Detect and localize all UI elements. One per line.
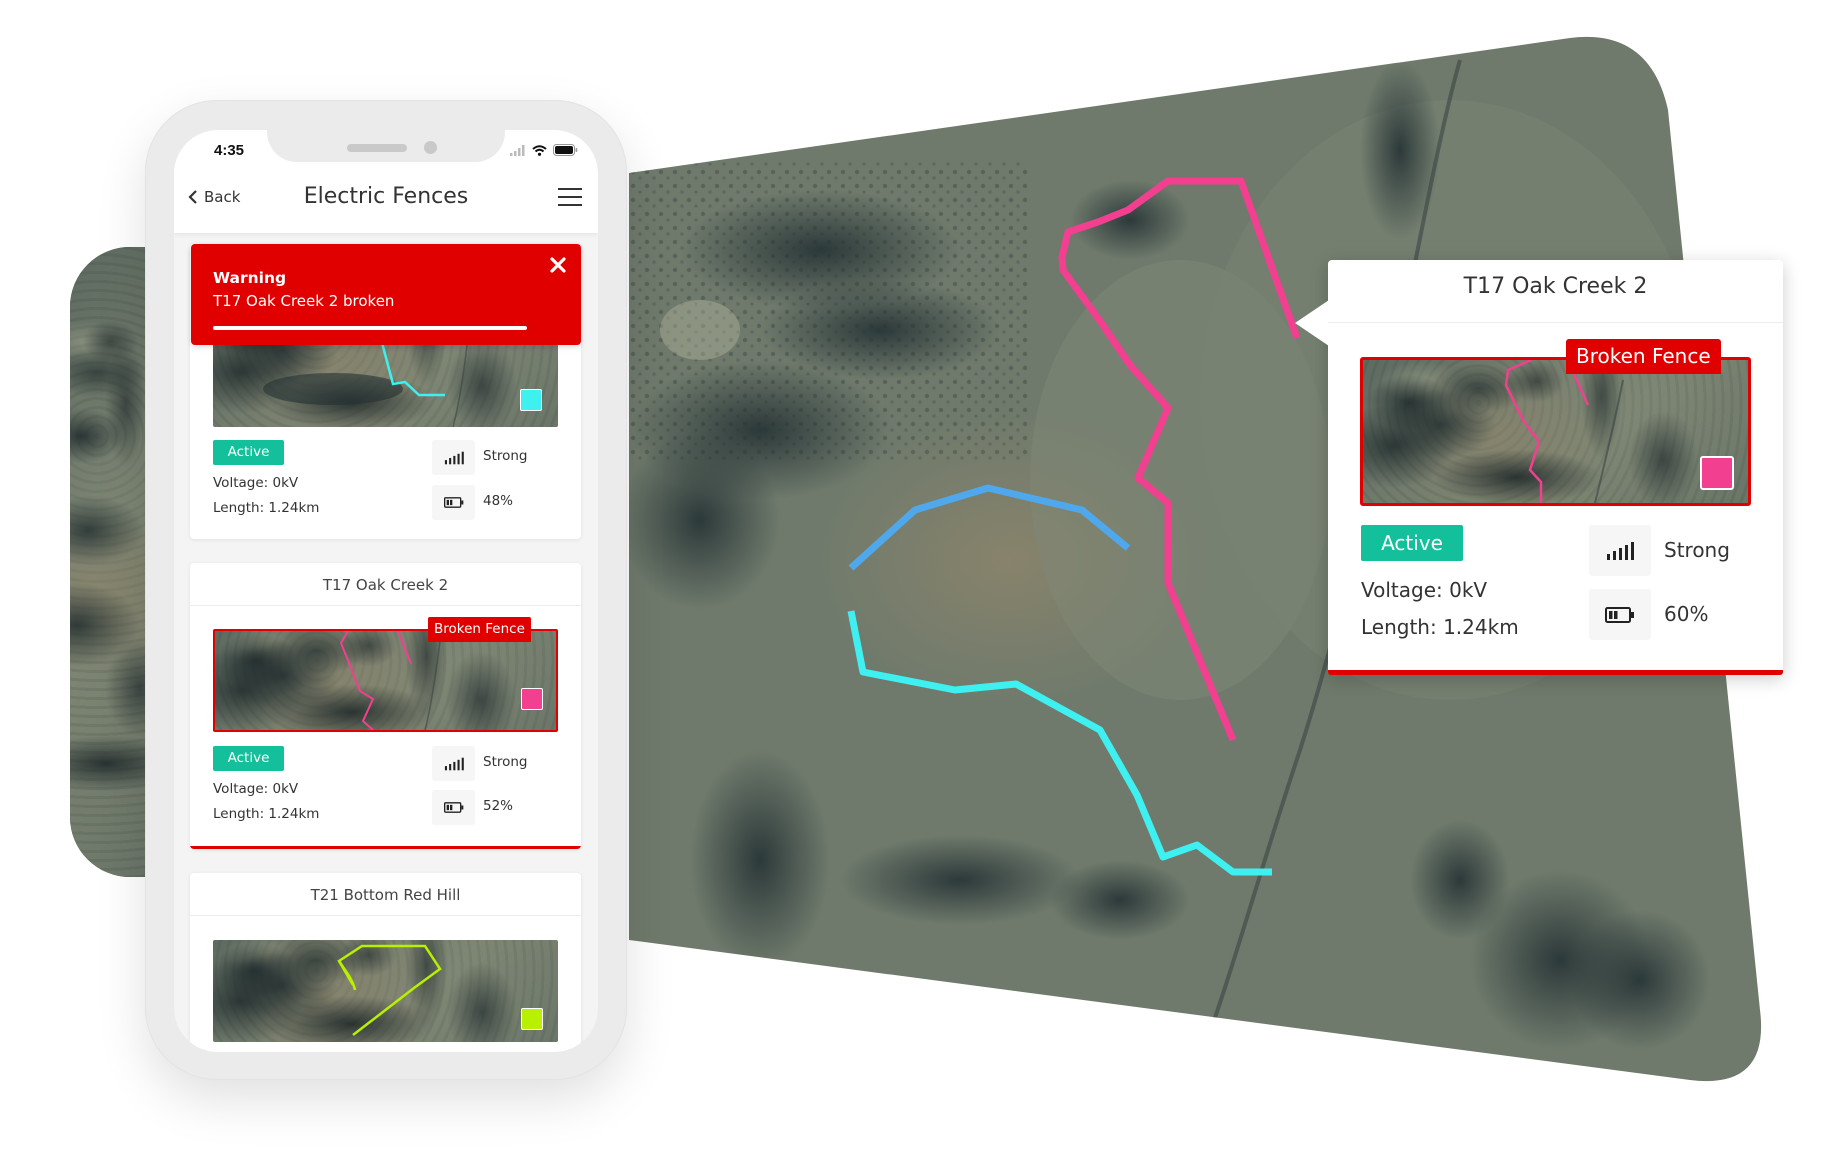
- status-icons: [510, 144, 578, 156]
- status-badge: Active: [1361, 525, 1463, 561]
- warning-title: Warning: [213, 269, 287, 287]
- thumbnail-canvas: [1504, 360, 1624, 503]
- voltage-label: Voltage: 0kV: [213, 475, 299, 491]
- alert-border: [190, 846, 581, 849]
- broken-fence-badge: Broken Fence: [428, 617, 531, 642]
- battery-icon: [443, 497, 463, 508]
- battery-icon: [553, 144, 578, 156]
- voltage-label: Voltage: 0kV: [1361, 578, 1488, 602]
- fence-card-title: T21 Bottom Red Hill: [190, 873, 581, 916]
- fence-thumbnail-map[interactable]: [1360, 357, 1751, 506]
- battery-icon: [1605, 606, 1634, 623]
- fence-thumbnail-map[interactable]: [213, 629, 558, 732]
- popup-title: T17 Oak Creek 2: [1463, 274, 1648, 299]
- fence-card[interactable]: T21 Bottom Red Hill: [190, 873, 581, 1052]
- fence-line: [1571, 371, 1590, 406]
- status-badge: Active: [213, 746, 284, 771]
- cellular-signal-icon: [510, 144, 525, 156]
- fence-thumbnail-map[interactable]: [213, 940, 558, 1042]
- fence-line: [337, 944, 442, 1036]
- warning-toast[interactable]: Warning T17 Oak Creek 2 broken: [191, 244, 581, 345]
- length-label: Length: 1.24km: [213, 500, 320, 516]
- signal-icon-box: [432, 440, 475, 475]
- hamburger-menu-icon[interactable]: [558, 188, 582, 206]
- signal-icon-box: [432, 746, 475, 781]
- wifi-icon: [532, 144, 547, 156]
- length-label: Length: 1.24km: [1361, 615, 1519, 639]
- thumbnail-canvas: [337, 944, 442, 1036]
- fence-line: [339, 631, 375, 730]
- battery-label: 48%: [483, 493, 514, 509]
- thumbnail-canvas: [339, 631, 441, 730]
- signal-label: Strong: [483, 754, 528, 770]
- phone-mockup: T21 Bottom Red Hill T17 Oak Creek 2 Brok…: [145, 100, 627, 1080]
- voltage-label: Voltage: 0kV: [213, 781, 299, 797]
- fence-color-swatch: [521, 1008, 543, 1030]
- length-label: Length: 1.24km: [213, 806, 320, 822]
- phone-camera: [424, 141, 437, 154]
- phone-speaker: [347, 144, 407, 152]
- warning-message: T17 Oak Creek 2 broken: [213, 292, 395, 310]
- fence-color-swatch: [520, 389, 542, 411]
- fence-line: [1504, 360, 1543, 503]
- close-icon[interactable]: [549, 256, 567, 274]
- signal-strength-icon: [444, 451, 464, 464]
- alert-border: [1328, 670, 1783, 675]
- signal-strength-icon: [444, 757, 464, 770]
- fence-line: [397, 631, 412, 665]
- fence-card[interactable]: T17 Oak Creek 2 Broken Fence Active Volt…: [190, 563, 581, 849]
- fence-card-title: T17 Oak Creek 2: [190, 563, 581, 606]
- page-title: Electric Fences: [303, 184, 469, 209]
- battery-label: 52%: [483, 798, 514, 814]
- fence-color-swatch: [1700, 456, 1734, 490]
- dismiss-timer-track: [213, 326, 558, 330]
- battery-icon-box: [1589, 589, 1651, 640]
- battery-icon-box: [432, 485, 475, 520]
- popup-pointer: [1295, 300, 1329, 346]
- signal-icon-box: [1589, 525, 1651, 576]
- broken-fence-badge: Broken Fence: [1566, 339, 1721, 374]
- battery-label: 60%: [1664, 602, 1709, 626]
- phone-notch: [267, 130, 505, 162]
- status-badge: Active: [213, 440, 284, 465]
- battery-icon: [443, 802, 463, 813]
- fence-color-swatch: [521, 688, 543, 710]
- signal-label: Strong: [483, 448, 528, 464]
- fence-detail-popup[interactable]: T17 Oak Creek 2 Broken Fence Active Volt…: [1295, 260, 1783, 675]
- signal-label: Strong: [1664, 538, 1730, 562]
- status-time: 4:35: [214, 142, 245, 159]
- phone-screen: T21 Bottom Red Hill T17 Oak Creek 2 Brok…: [174, 130, 598, 1052]
- battery-icon-box: [432, 790, 475, 825]
- signal-strength-icon: [1607, 541, 1634, 560]
- divider: [1328, 322, 1783, 323]
- dismiss-timer-progress: [213, 326, 527, 330]
